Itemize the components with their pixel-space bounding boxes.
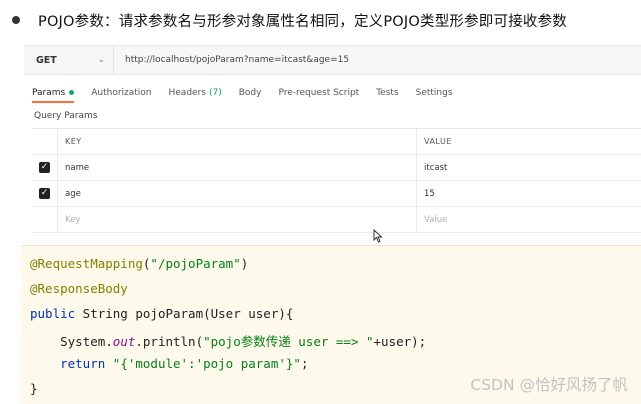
code-line: return "{'module':'pojo param'}";	[30, 356, 308, 371]
empty-check-cell	[32, 207, 58, 232]
active-dot-icon	[69, 90, 75, 95]
param-value-field[interactable]: 15	[417, 181, 641, 206]
table-header-row: KEY VALUE	[32, 129, 641, 155]
url-input[interactable]: http://localhost/pojoParam?name=itcast&a…	[125, 46, 349, 74]
code-token: +user);	[373, 334, 427, 349]
code-token: .println(	[135, 334, 204, 349]
new-key-input[interactable]: Key	[58, 207, 417, 232]
bullet-icon	[12, 16, 20, 24]
checkbox-checked-icon: ✓	[39, 162, 50, 173]
mouse-cursor-icon	[373, 229, 383, 243]
string-token: "{'module':'pojo param'}"	[112, 356, 301, 371]
table-row: ✓ name itcast	[32, 155, 641, 181]
code-line: }	[30, 381, 38, 396]
request-bar: GET ⌄ http://localhost/pojoParam?name=it…	[24, 45, 641, 75]
tab-tests[interactable]: Tests	[376, 88, 398, 98]
tab-headers[interactable]: Headers (7)	[169, 88, 222, 98]
string-token: "/pojoParam"	[150, 256, 241, 271]
new-value-input[interactable]: Value	[417, 207, 641, 232]
value-column-header: VALUE	[424, 137, 452, 146]
code-line: @ResponseBody	[30, 281, 128, 296]
code-token: )	[240, 256, 249, 271]
field-token: out	[112, 334, 136, 349]
annotation-token: @RequestMapping	[30, 256, 143, 271]
tab-headers-label: Headers	[168, 88, 206, 98]
tab-authorization[interactable]: Authorization	[91, 88, 151, 98]
code-token: String pojoParam(User user){	[75, 306, 294, 321]
table-row: ✓ age 15	[32, 181, 641, 207]
param-key-field[interactable]: name	[58, 155, 417, 180]
watermark: CSDN @恰好风扬了帆	[470, 376, 628, 394]
keyword-token: return	[30, 356, 106, 371]
header-check-cell	[32, 129, 58, 154]
keyword-token: public	[30, 306, 76, 321]
key-column-header: KEY	[58, 129, 417, 154]
tab-params[interactable]: Params	[32, 88, 75, 103]
tab-pre-request-script[interactable]: Pre-request Script	[278, 88, 359, 98]
headers-count: (7)	[208, 88, 222, 98]
postman-panel: GET ⌄ http://localhost/pojoParam?name=it…	[24, 41, 641, 234]
param-key-field[interactable]: age	[58, 181, 417, 206]
row-checkbox[interactable]: ✓	[32, 181, 58, 206]
tab-body[interactable]: Body	[239, 88, 262, 98]
checkbox-checked-icon: ✓	[39, 188, 50, 199]
code-line: public String pojoParam(User user){	[30, 306, 293, 321]
request-tabs: Params Authorization Headers (7) Body Pre…	[32, 84, 470, 103]
heading-text: POJO参数：请求参数名与形参对象属性名相同，定义POJO类型形参即可接收参数	[38, 13, 567, 30]
method-select[interactable]: GET ⌄	[24, 46, 114, 74]
query-params-table: KEY VALUE ✓ name itcast ✓ age 15 Key Val…	[32, 128, 641, 233]
param-value-field[interactable]: itcast	[417, 155, 641, 180]
chevron-down-icon: ⌄	[97, 55, 105, 65]
table-row-new: Key Value	[32, 207, 641, 233]
code-line: System.out.println("pojo参数传递 user ==> "+…	[30, 331, 426, 350]
heading-row: POJO参数：请求参数名与形参对象属性名相同，定义POJO类型形参即可接收参数	[6, 8, 567, 32]
code-line: @RequestMapping("/pojoParam")	[30, 256, 248, 271]
string-token: "pojo参数传递 user ==> "	[203, 334, 374, 349]
annotation-token: @ResponseBody	[30, 281, 128, 296]
tab-params-label: Params	[32, 88, 66, 98]
query-params-title: Query Params	[34, 111, 98, 121]
code-token: System.	[30, 334, 113, 349]
code-token: ;	[300, 356, 309, 371]
tab-settings[interactable]: Settings	[416, 88, 453, 98]
code-token: }	[30, 381, 38, 396]
row-checkbox[interactable]: ✓	[32, 155, 58, 180]
method-label: GET	[36, 54, 57, 66]
